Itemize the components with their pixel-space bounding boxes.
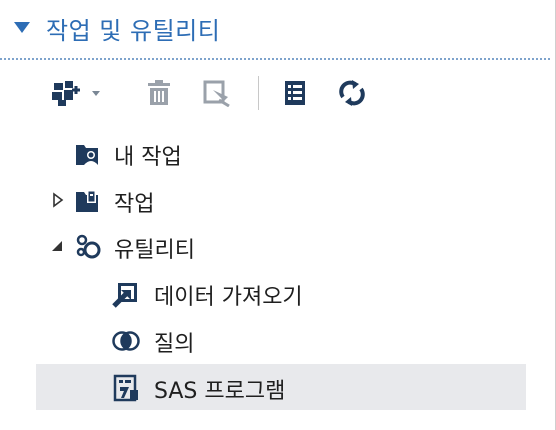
toolbar xyxy=(0,70,550,116)
section-title: 작업 및 유틸리티 xyxy=(46,17,221,45)
tree-item-import-data[interactable]: 데이터 가져오기 xyxy=(36,270,526,316)
edit-properties-icon xyxy=(203,80,230,107)
collapse-triangle-icon[interactable] xyxy=(14,22,30,33)
expand-triangle-icon[interactable] xyxy=(52,192,64,208)
refresh-button[interactable] xyxy=(336,76,368,110)
import-data-icon xyxy=(112,283,137,308)
properties-button[interactable] xyxy=(200,76,234,110)
query-icon xyxy=(112,331,140,351)
refresh-icon xyxy=(339,80,365,106)
tasks-utilities-panel: 작업 및 유틸리티 내 작업 작업 유틸리티 데이터 가져오기 질의 SAS 프… xyxy=(0,0,556,430)
tasks-folder-icon xyxy=(76,190,98,212)
tree-item-label: 내 작업 xyxy=(114,145,182,170)
toolbar-separator xyxy=(258,76,259,110)
section-header[interactable]: 작업 및 유틸리티 xyxy=(0,0,550,60)
tree-item-my-tasks[interactable]: 내 작업 xyxy=(36,130,526,176)
chevron-down-icon xyxy=(92,91,100,96)
new-task-icon xyxy=(52,81,100,106)
list-details-icon xyxy=(285,81,305,105)
delete-button[interactable] xyxy=(144,76,174,110)
tree-item-label: 질의 xyxy=(154,332,195,357)
sas-program-icon xyxy=(113,374,138,402)
new-task-button[interactable] xyxy=(50,76,108,110)
tree-item-label: 데이터 가져오기 xyxy=(154,285,303,310)
details-button[interactable] xyxy=(280,76,310,110)
utilities-icon xyxy=(76,234,101,259)
trash-icon xyxy=(148,80,170,105)
tree-item-tasks[interactable]: 작업 xyxy=(36,177,526,223)
tree-item-label: SAS 프로그램 xyxy=(154,379,286,404)
my-tasks-folder-icon xyxy=(76,145,98,165)
tree-item-sas-program[interactable]: SAS 프로그램 xyxy=(36,364,526,410)
tree-item-label: 유틸리티 xyxy=(114,238,195,263)
tree-item-query[interactable]: 질의 xyxy=(36,317,526,363)
tree-item-utilities[interactable]: 유틸리티 xyxy=(36,223,526,269)
tree-item-label: 작업 xyxy=(114,192,155,217)
collapse-triangle-icon[interactable] xyxy=(50,240,64,252)
